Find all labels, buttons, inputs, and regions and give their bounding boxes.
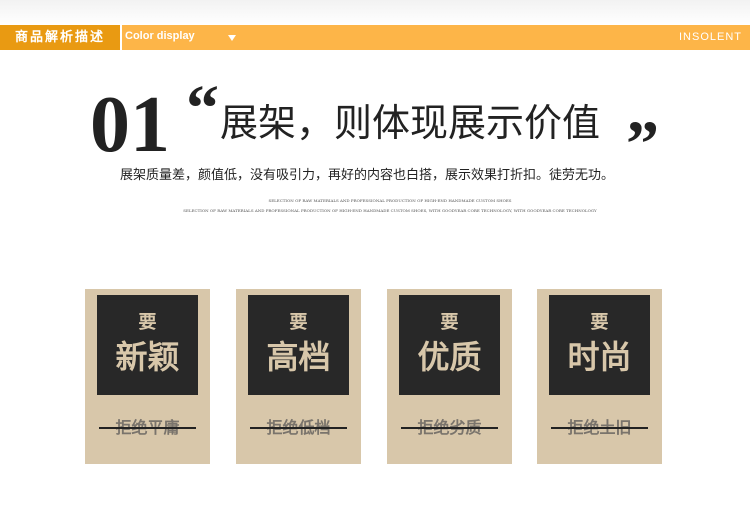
section-description: 展架质量差，颜值低，没有吸引力，再好的内容也白搭，展示效果打折扣。徒劳无功。	[120, 168, 615, 183]
strike-line	[401, 427, 498, 429]
brand-name: INSOLENT	[678, 31, 742, 43]
card-title: 高档	[266, 338, 331, 376]
feature-card-fashion: 要 时尚 拒绝土旧	[537, 289, 662, 464]
strike-line	[551, 427, 648, 429]
card-panel: 要 优质	[399, 295, 500, 395]
card-title: 时尚	[567, 338, 632, 376]
fine-print-line-2: SELECTION OF RAW MATERIALS AND PROFESSIO…	[183, 208, 597, 213]
color-display-dropdown[interactable]: Color display	[125, 25, 195, 50]
open-quote-icon: “	[186, 72, 219, 145]
card-kicker: 要	[138, 312, 157, 333]
header-bar: 商品解析描述 Color display INSOLENT	[0, 25, 750, 50]
header-divider	[120, 25, 122, 50]
card-title: 优质	[417, 338, 482, 376]
card-kicker: 要	[590, 312, 609, 333]
section-number: 01	[90, 81, 170, 169]
triangle-down-icon[interactable]	[228, 35, 236, 41]
card-kicker: 要	[289, 312, 308, 333]
card-panel: 要 新颖	[97, 295, 198, 395]
feature-card-quality: 要 优质 拒绝劣质	[387, 289, 512, 464]
top-strip	[0, 0, 750, 25]
strike-line	[250, 427, 347, 429]
header-title: 商品解析描述	[0, 25, 120, 50]
card-kicker: 要	[440, 312, 459, 333]
fine-print-line-1: SELECTION OF RAW MATERIALS AND PROFESSIO…	[268, 198, 512, 203]
feature-card-novel: 要 新颖 拒绝平庸	[85, 289, 210, 464]
feature-card-upscale: 要 高档 拒绝低档	[236, 289, 361, 464]
section-heading: 展架，则体现展示价值	[220, 101, 601, 145]
card-panel: 要 高档	[248, 295, 349, 395]
card-panel: 要 时尚	[549, 295, 650, 395]
card-title: 新颖	[115, 338, 180, 376]
strike-line	[99, 427, 196, 429]
